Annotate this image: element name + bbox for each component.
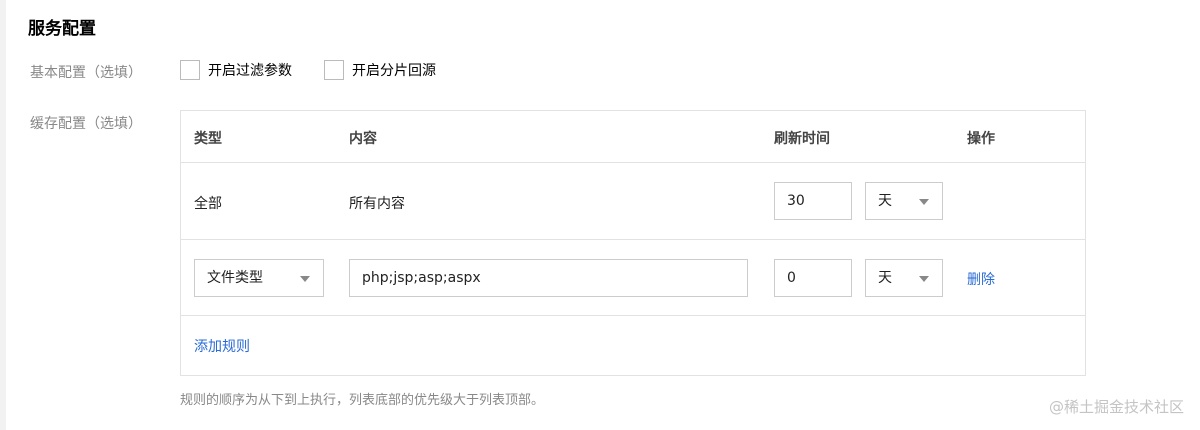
table-row: 文件类型 php;jsp;asp;aspx 0 天 删除 [181, 241, 1085, 316]
refresh-unit-select[interactable]: 天 [865, 259, 943, 297]
left-edge [0, 0, 6, 430]
rule-type-value: 文件类型 [207, 270, 263, 286]
refresh-time-input[interactable]: 0 [774, 259, 852, 297]
basic-config-label: 基本配置（选填） [30, 65, 142, 81]
chevron-down-icon [919, 276, 929, 282]
chevron-down-icon [300, 276, 310, 282]
refresh-unit-value: 天 [878, 193, 892, 209]
cache-rules-table: 类型 内容 刷新时间 操作 全部 所有内容 30 天 文件类型 php;jsp;… [180, 110, 1086, 376]
rule-order-hint: 规则的顺序为从下到上执行，列表底部的优先级大于列表顶部。 [180, 393, 545, 408]
header-action: 操作 [967, 131, 995, 147]
rule-content-input[interactable]: php;jsp;asp;aspx [349, 259, 748, 297]
refresh-unit-select[interactable]: 天 [865, 182, 943, 220]
row-type: 全部 [194, 196, 222, 212]
row-content: 所有内容 [349, 196, 405, 212]
add-rule-button[interactable]: 添加规则 [194, 336, 250, 356]
table-row: 全部 所有内容 30 天 [181, 164, 1085, 240]
section-title: 服务配置 [28, 19, 96, 39]
filter-param-checkbox-box[interactable] [180, 60, 200, 80]
filter-param-checkbox-label: 开启过滤参数 [208, 63, 292, 79]
range-origin-checkbox[interactable]: 开启分片回源 [324, 60, 436, 80]
range-origin-checkbox-label: 开启分片回源 [352, 63, 436, 79]
delete-rule-button[interactable]: 删除 [967, 269, 995, 289]
watermark: @稀土掘金技术社区 [1048, 398, 1184, 416]
header-content: 内容 [349, 131, 377, 147]
range-origin-checkbox-box[interactable] [324, 60, 344, 80]
chevron-down-icon [919, 199, 929, 205]
refresh-unit-value: 天 [878, 270, 892, 286]
filter-param-checkbox[interactable]: 开启过滤参数 [180, 60, 292, 80]
table-header: 类型 内容 刷新时间 操作 [181, 111, 1085, 163]
header-refresh: 刷新时间 [774, 131, 830, 147]
refresh-time-input[interactable]: 30 [774, 182, 852, 220]
rule-type-select[interactable]: 文件类型 [194, 259, 324, 297]
header-type: 类型 [194, 131, 222, 147]
cache-config-label: 缓存配置（选填） [30, 116, 142, 132]
